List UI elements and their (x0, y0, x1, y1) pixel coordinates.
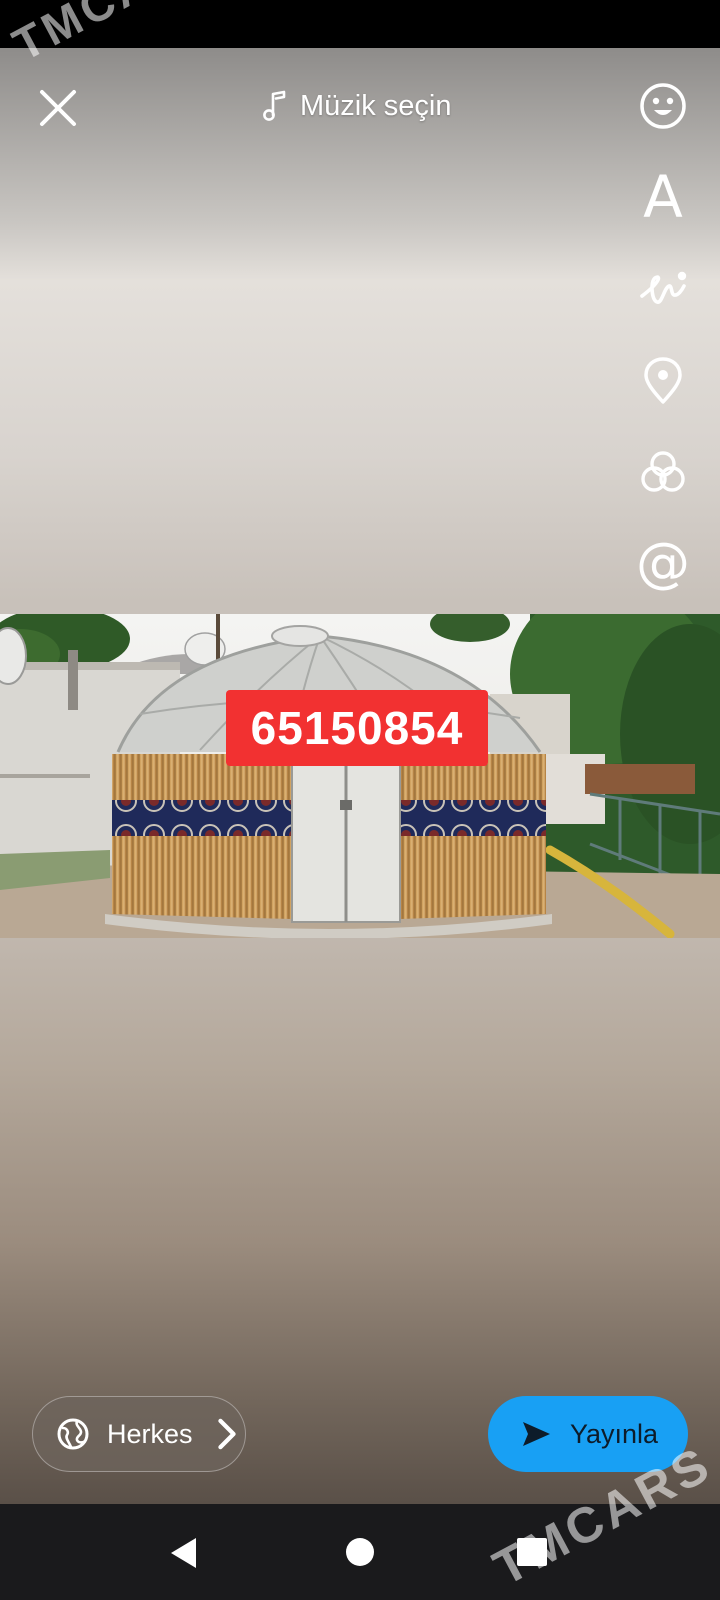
select-music-label: Müzik seçin (300, 89, 452, 122)
close-button[interactable] (36, 86, 80, 130)
sticker-icon (640, 83, 686, 129)
mention-button[interactable]: @ (632, 532, 694, 594)
audience-button[interactable]: Herkes (32, 1396, 246, 1472)
story-photo (0, 614, 720, 938)
close-icon (40, 90, 76, 126)
recents-icon (517, 1538, 547, 1566)
text-icon: A (643, 163, 683, 231)
system-navigation-bar (0, 1504, 720, 1600)
location-icon (644, 357, 682, 404)
audience-label: Herkes (107, 1418, 193, 1449)
draw-button[interactable] (632, 258, 694, 320)
phone-number-badge: 65150854 (226, 690, 488, 766)
select-music-button[interactable]: Müzik seçin (260, 84, 452, 128)
filter-icon (641, 451, 685, 492)
publish-label: Yayınla (570, 1418, 659, 1449)
home-button[interactable] (345, 1537, 375, 1572)
draw-icon (640, 271, 687, 304)
filter-button[interactable] (632, 442, 694, 504)
sticker-button[interactable] (632, 75, 694, 137)
back-icon (171, 1538, 196, 1568)
back-button[interactable] (168, 1536, 200, 1575)
globe-icon (57, 1418, 89, 1450)
music-note-icon (263, 90, 286, 121)
mention-icon: @ (636, 531, 690, 594)
chevron-right-icon (217, 1418, 236, 1450)
home-icon (346, 1538, 374, 1566)
yurt-photo-illustration (0, 614, 720, 938)
send-icon (523, 1422, 550, 1446)
publish-button[interactable]: Yayınla (488, 1396, 688, 1472)
location-button[interactable] (632, 350, 694, 412)
text-button[interactable]: A (632, 166, 694, 228)
recents-button[interactable] (517, 1538, 547, 1571)
status-bar (0, 0, 720, 48)
